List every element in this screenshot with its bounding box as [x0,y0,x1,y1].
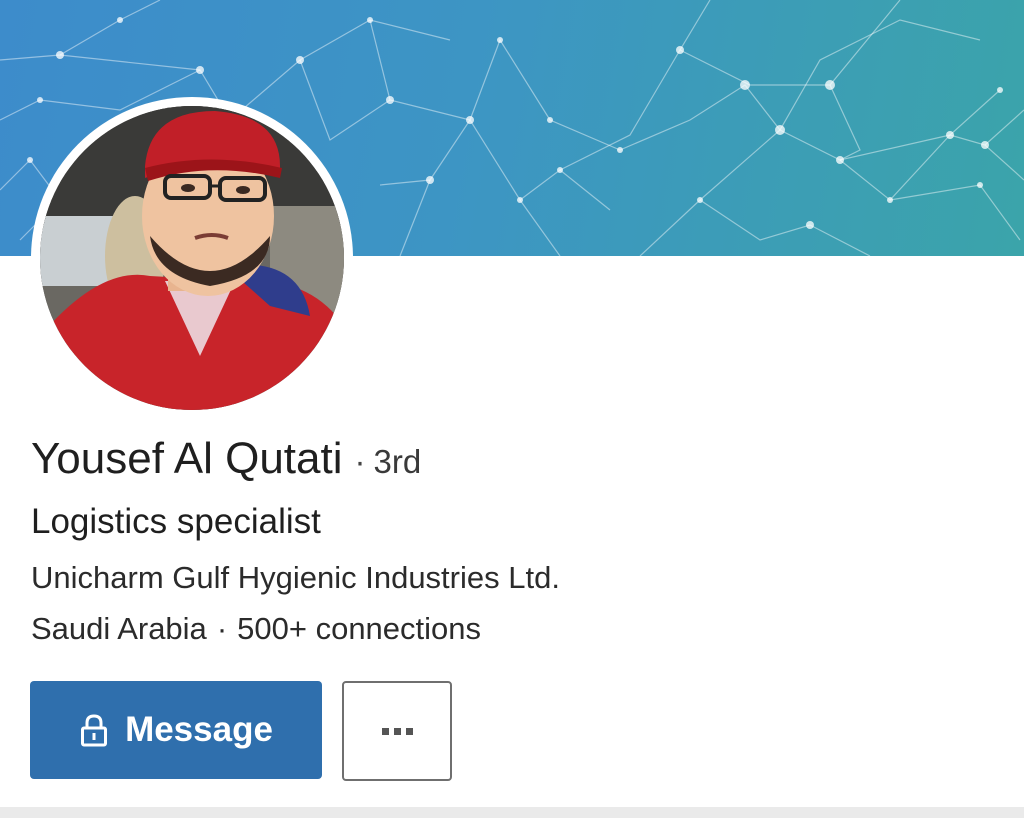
name-line: Yousef Al Qutati · 3rd [31,434,421,490]
section-divider [0,807,1024,818]
avatar[interactable] [40,106,344,410]
ellipsis-icon [381,727,413,735]
profile-photo [40,106,344,410]
profile-location: Saudi Arabia [31,611,207,646]
profile-company: Unicharm Gulf Hygienic Industries Ltd. [31,560,560,595]
connection-degree: 3rd [373,443,422,480]
degree-separator: · [354,443,366,480]
location-connections-line: Saudi Arabia · 500+ connections [31,611,481,647]
profile-name: Yousef Al Qutati [31,434,343,483]
lock-icon [79,713,109,747]
profile-headline: Logistics specialist [31,502,321,541]
more-options-button[interactable] [342,681,452,781]
meta-separator: · [216,611,228,646]
connections-count[interactable]: 500+ connections [237,611,481,646]
message-button[interactable]: Message [30,681,322,779]
message-button-label: Message [125,710,273,749]
